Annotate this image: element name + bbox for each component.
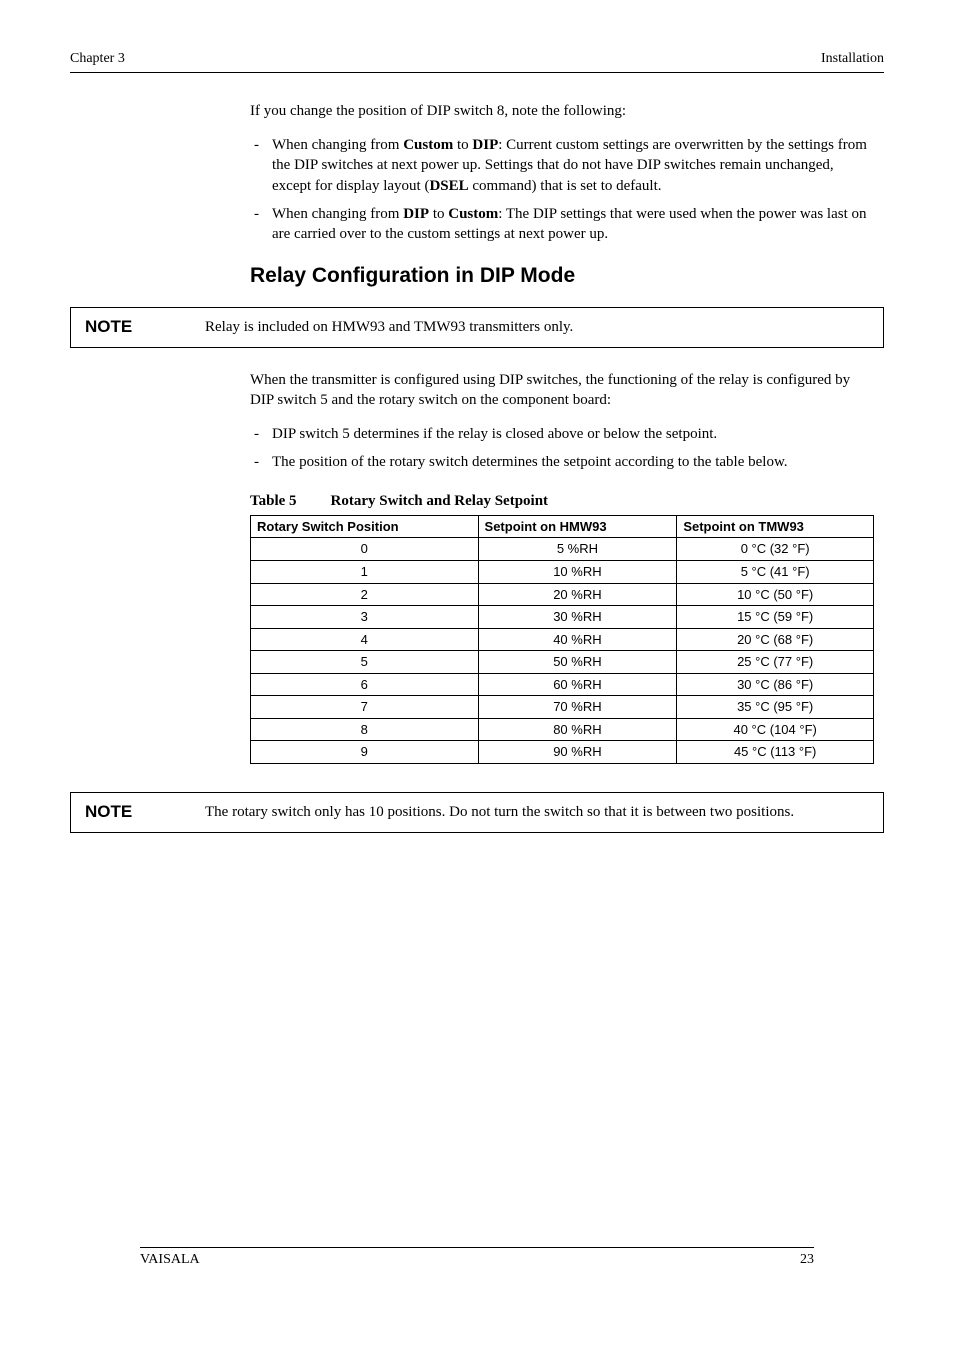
table-header-1: Setpoint on HMW93 <box>478 515 677 538</box>
note-text-1: Relay is included on HMW93 and TMW93 tra… <box>205 317 873 337</box>
table-cell: 5 <box>251 651 479 674</box>
note-label-2: NOTE <box>81 801 205 824</box>
table-cell: 6 <box>251 673 479 696</box>
table-number: Table 5 <box>250 493 297 509</box>
footer-brand: VAISALA <box>140 1251 200 1270</box>
table-cell: 5 %RH <box>478 538 677 561</box>
table-row: 550 %RH25 °C (77 °F) <box>251 651 874 674</box>
header-rule <box>70 72 884 73</box>
table-cell: 3 <box>251 606 479 629</box>
note-box-2: NOTE The rotary switch only has 10 posit… <box>70 792 884 833</box>
table-header-0: Rotary Switch Position <box>251 515 479 538</box>
table-cell: 30 °C (86 °F) <box>677 673 874 696</box>
rotary-switch-table: Rotary Switch Position Setpoint on HMW93… <box>250 515 874 764</box>
table-row: 220 %RH10 °C (50 °F) <box>251 583 874 606</box>
table-row: 880 %RH40 °C (104 °F) <box>251 718 874 741</box>
table-cell: 50 %RH <box>478 651 677 674</box>
header-section: Installation <box>821 50 884 69</box>
table-header-row: Rotary Switch Position Setpoint on HMW93… <box>251 515 874 538</box>
table-row: 05 %RH0 °C (32 °F) <box>251 538 874 561</box>
page-header: Chapter 3 Installation <box>70 50 884 69</box>
table-header-2: Setpoint on TMW93 <box>677 515 874 538</box>
table-row: 990 %RH45 °C (113 °F) <box>251 741 874 764</box>
section-heading: Relay Configuration in DIP Mode <box>250 262 874 290</box>
table-cell: 40 %RH <box>478 628 677 651</box>
table-cell: 0 °C (32 °F) <box>677 538 874 561</box>
table-cell: 8 <box>251 718 479 741</box>
table-row: 770 %RH35 °C (95 °F) <box>251 696 874 719</box>
table-cell: 25 °C (77 °F) <box>677 651 874 674</box>
header-chapter: Chapter 3 <box>70 50 125 69</box>
table-cell: 10 %RH <box>478 561 677 584</box>
config-bullet-1: DIP switch 5 determines if the relay is … <box>250 424 874 444</box>
intro-bullet-list: When changing from Custom to DIP: Curren… <box>250 135 874 244</box>
table-cell: 9 <box>251 741 479 764</box>
page: Chapter 3 Installation If you change the… <box>70 50 884 1310</box>
note-label-1: NOTE <box>81 316 205 339</box>
intro-bullet-2: When changing from DIP to Custom: The DI… <box>250 204 874 245</box>
footer-page-number: 23 <box>800 1251 814 1270</box>
table-cell: 70 %RH <box>478 696 677 719</box>
table-row: 440 %RH20 °C (68 °F) <box>251 628 874 651</box>
table-row: 110 %RH5 °C (41 °F) <box>251 561 874 584</box>
table-cell: 90 %RH <box>478 741 677 764</box>
table-cell: 4 <box>251 628 479 651</box>
intro-block: If you change the position of DIP switch… <box>250 101 874 291</box>
table-cell: 2 <box>251 583 479 606</box>
table-cell: 20 °C (68 °F) <box>677 628 874 651</box>
intro-paragraph: If you change the position of DIP switch… <box>250 101 874 121</box>
table-cell: 20 %RH <box>478 583 677 606</box>
config-paragraph: When the transmitter is configured using… <box>250 370 874 411</box>
config-block: When the transmitter is configured using… <box>250 370 874 764</box>
table-cell: 45 °C (113 °F) <box>677 741 874 764</box>
table-cell: 30 %RH <box>478 606 677 629</box>
footer-rule <box>140 1247 814 1248</box>
table-row: 330 %RH15 °C (59 °F) <box>251 606 874 629</box>
note-text-2: The rotary switch only has 10 positions.… <box>205 802 873 822</box>
table-cell: 80 %RH <box>478 718 677 741</box>
config-bullet-list: DIP switch 5 determines if the relay is … <box>250 424 874 473</box>
note-box-1: NOTE Relay is included on HMW93 and TMW9… <box>70 307 884 348</box>
table-cell: 7 <box>251 696 479 719</box>
table-cell: 10 °C (50 °F) <box>677 583 874 606</box>
table-row: 660 %RH30 °C (86 °F) <box>251 673 874 696</box>
table-cell: 0 <box>251 538 479 561</box>
table-cell: 15 °C (59 °F) <box>677 606 874 629</box>
table-caption: Table 5 Rotary Switch and Relay Setpoint <box>250 491 874 511</box>
table-title: Rotary Switch and Relay Setpoint <box>331 493 549 509</box>
table-cell: 60 %RH <box>478 673 677 696</box>
table-cell: 5 °C (41 °F) <box>677 561 874 584</box>
table-cell: 35 °C (95 °F) <box>677 696 874 719</box>
table-cell: 1 <box>251 561 479 584</box>
intro-bullet-1: When changing from Custom to DIP: Curren… <box>250 135 874 196</box>
page-footer: VAISALA 23 <box>140 1247 814 1270</box>
config-bullet-2: The position of the rotary switch determ… <box>250 452 874 472</box>
table-cell: 40 °C (104 °F) <box>677 718 874 741</box>
table-body: 05 %RH0 °C (32 °F)110 %RH5 °C (41 °F)220… <box>251 538 874 763</box>
